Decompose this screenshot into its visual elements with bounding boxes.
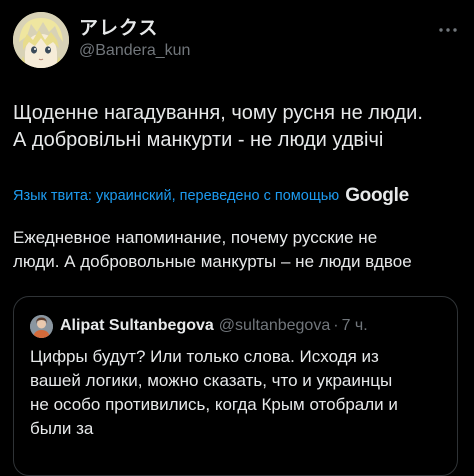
author-handle[interactable]: @Bandera_kun	[79, 40, 190, 62]
quoted-display-name: Alipat Sultanbegova	[60, 317, 214, 334]
translated-text: Ежедневное напоминание, почему русские н…	[13, 226, 465, 274]
translated-text-line: Ежедневное напоминание, почему русские н…	[13, 228, 378, 247]
quoted-tweet-header: Alipat Sultanbegova @sultanbegova · 7 ч.	[30, 314, 368, 338]
quoted-text-line: не особо противились, когда Крым отобрал…	[30, 395, 398, 414]
author-display-name[interactable]: アレクス	[79, 18, 190, 40]
translated-text-line: люди. А добровольные манкурты – не люди …	[13, 252, 412, 271]
quoted-handle: @sultanbegova	[218, 317, 331, 334]
translation-attribution: Язык твита: украинский, переведено с пом…	[13, 184, 465, 208]
tweet[interactable]: アレクス @Bandera_kun Щоденне нагадування, ч…	[0, 0, 474, 476]
more-options-button[interactable]	[435, 20, 461, 40]
person-avatar-icon	[30, 314, 53, 338]
author-names: アレクス @Bandera_kun	[79, 18, 190, 62]
quoted-tweet-text: Цифры будут? Или только слова. Исходя из…	[30, 345, 448, 441]
quoted-text-line: Цифры будут? Или только слова. Исходя из	[30, 347, 379, 366]
translation-label-link[interactable]: Язык твита: украинский, переведено с пом…	[13, 188, 339, 204]
avatar[interactable]	[13, 12, 69, 68]
quoted-avatar	[30, 314, 53, 338]
tweet-text-line: Щоденне нагадування, чому русня не люди.	[13, 102, 423, 124]
tweet-text-line: А добровільні манкурти - не люди удвічі	[13, 129, 384, 151]
quoted-text-line: были за	[30, 419, 94, 438]
tweet-text: Щоденне нагадування, чому русня не люди.…	[13, 100, 465, 154]
more-dots-icon	[439, 28, 457, 32]
anime-character-avatar-icon	[13, 12, 69, 68]
quoted-separator: ·	[333, 317, 339, 334]
tweet-header: アレクス @Bandera_kun	[13, 12, 461, 68]
quoted-text-line: вашей логики, можно сказать, что и украи…	[30, 371, 393, 390]
google-logo: Google	[345, 185, 409, 206]
quoted-timestamp: 7 ч.	[341, 317, 368, 334]
quoted-tweet[interactable]: Alipat Sultanbegova @sultanbegova · 7 ч.…	[13, 296, 458, 476]
